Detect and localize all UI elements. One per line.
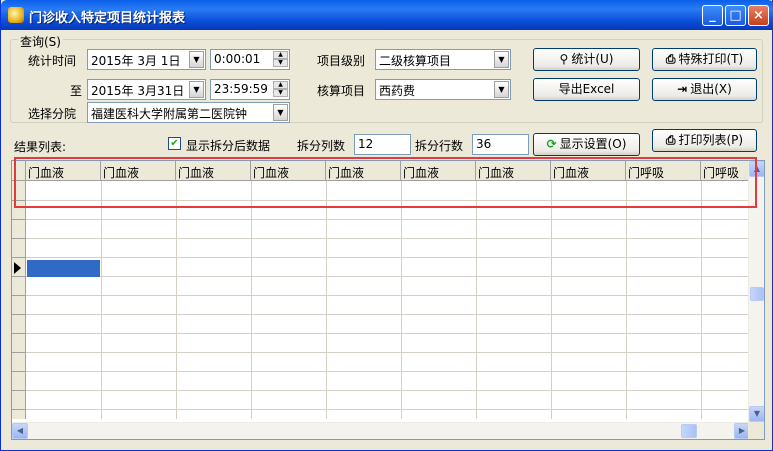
query-group-label: 查询(S) xyxy=(18,33,63,50)
chevron-down-icon[interactable]: ▼ xyxy=(273,104,288,121)
end-time-field[interactable]: 23:59:59 ▲ ▼ xyxy=(210,79,290,100)
start-time-field[interactable]: 0:00:01 ▲ ▼ xyxy=(210,49,290,70)
app-window: 门诊收入特定项目统计报表 _ □ × 查询(S) 统计时间 2015年 3月 1… xyxy=(0,0,773,451)
start-date-value: 2015年 3月 1日 xyxy=(91,54,181,68)
maximize-button[interactable]: □ xyxy=(725,5,746,26)
exit-door-icon: ⇥ xyxy=(677,82,688,96)
end-time-spinner[interactable]: ▲ ▼ xyxy=(273,81,288,98)
app-icon xyxy=(8,7,24,23)
close-button[interactable]: × xyxy=(748,5,769,26)
selected-cell[interactable] xyxy=(27,260,100,277)
stat-time-label: 统计时间 xyxy=(28,54,77,68)
end-date-picker[interactable]: 2015年 3月31日 ▼ xyxy=(87,79,206,100)
start-time-value: 0:00:01 xyxy=(214,52,261,66)
end-date-value: 2015年 3月31日 xyxy=(91,84,185,98)
to-label: 至 xyxy=(70,84,83,98)
item-label: 核算项目 xyxy=(317,84,366,98)
special-print-button[interactable]: ⎙ 特殊打印(T) xyxy=(652,48,757,71)
split-rows-input[interactable]: 36 xyxy=(472,134,529,155)
branch-label: 选择分院 xyxy=(28,107,77,121)
level-label: 项目级别 xyxy=(317,54,366,68)
stats-button[interactable]: ⚲ 统计(U) xyxy=(533,48,640,71)
item-value: 西药费 xyxy=(379,84,416,98)
end-time-value: 23:59:59 xyxy=(214,82,268,96)
level-value: 二级核算项目 xyxy=(379,54,452,68)
split-rows-label: 拆分行数 xyxy=(415,139,464,153)
item-select[interactable]: 西药费 ▼ xyxy=(375,79,511,100)
printer-icon: ⎙ xyxy=(665,52,676,66)
branch-select[interactable]: 福建医科大学附属第二医院钟 ▼ xyxy=(87,102,290,123)
scrollbar-corner xyxy=(748,422,764,439)
window-title: 门诊收入特定项目统计报表 xyxy=(29,11,186,26)
chevron-down-icon[interactable]: ▼ xyxy=(189,51,204,68)
vertical-scroll-thumb[interactable] xyxy=(750,287,764,301)
chevron-down-icon[interactable]: ▼ xyxy=(189,81,204,98)
start-time-spinner[interactable]: ▲ ▼ xyxy=(273,51,288,68)
split-cols-input[interactable]: 12 xyxy=(354,134,411,155)
printer-icon: ⎙ xyxy=(665,133,676,147)
show-split-label: 显示拆分后数据 xyxy=(186,139,271,153)
start-date-picker[interactable]: 2015年 3月 1日 ▼ xyxy=(87,49,206,70)
horizontal-scrollbar[interactable]: ◀ ▶ xyxy=(12,422,750,439)
print-list-button[interactable]: ⎙ 打印列表(P) xyxy=(652,129,757,152)
current-row-arrow-icon xyxy=(14,262,21,274)
level-select[interactable]: 二级核算项目 ▼ xyxy=(375,49,511,70)
exit-button[interactable]: ⇥ 退出(X) xyxy=(652,78,757,101)
result-list-label: 结果列表: xyxy=(14,140,67,154)
row-indicator-column xyxy=(12,181,26,419)
refresh-icon: ⟳ xyxy=(546,137,557,151)
show-split-checkbox[interactable]: ✔ xyxy=(168,137,181,150)
scroll-left-button[interactable]: ◀ xyxy=(12,423,28,439)
minimize-button[interactable]: _ xyxy=(702,5,723,26)
export-excel-button[interactable]: 导出Excel xyxy=(533,78,640,101)
chevron-down-icon[interactable]: ▼ xyxy=(494,51,509,68)
split-cols-label: 拆分列数 xyxy=(297,139,346,153)
chevron-down-icon[interactable]: ▼ xyxy=(494,81,509,98)
binoculars-icon: ⚲ xyxy=(559,52,569,66)
display-settings-button[interactable]: ⟳ 显示设置(O) xyxy=(533,133,640,156)
title-bar[interactable]: 门诊收入特定项目统计报表 _ □ × xyxy=(1,0,773,30)
branch-value: 福建医科大学附属第二医院钟 xyxy=(91,107,248,121)
annotation-highlight-box xyxy=(14,157,757,208)
scroll-down-button[interactable]: ▼ xyxy=(749,406,764,422)
horizontal-scroll-thumb[interactable] xyxy=(681,424,697,438)
